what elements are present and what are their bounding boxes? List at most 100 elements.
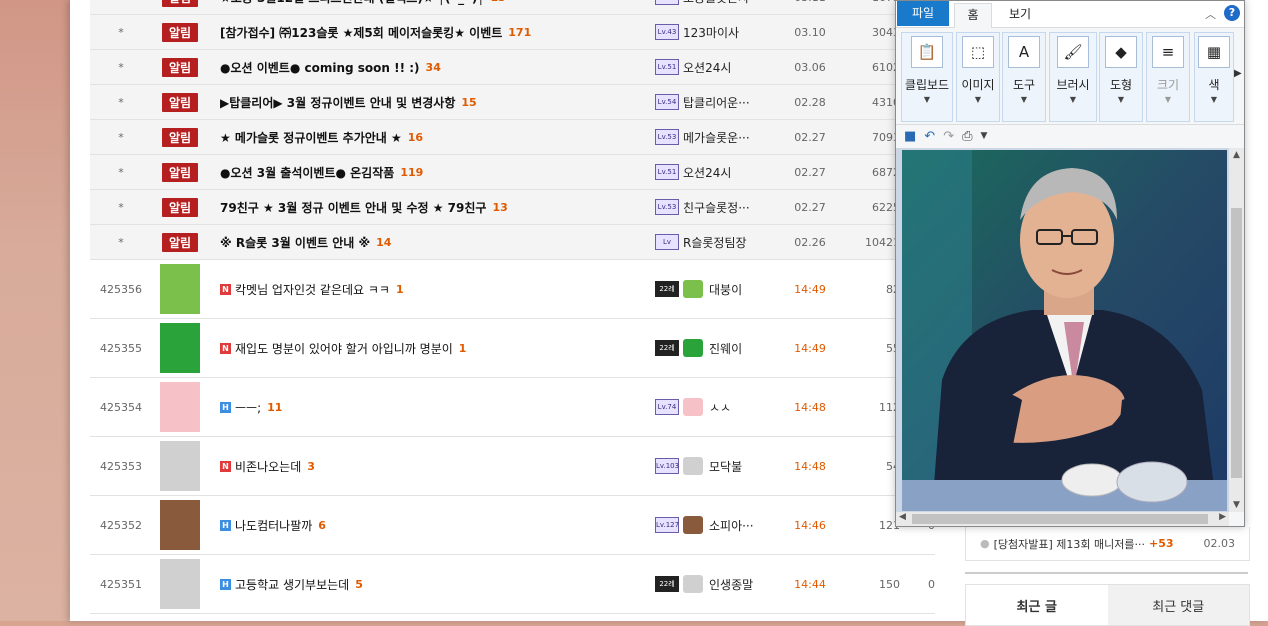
customize-qat-icon[interactable]: ▼ xyxy=(981,131,988,141)
chevron-down-icon[interactable]: ▼ xyxy=(1021,95,1027,104)
comment-count[interactable]: 13 xyxy=(491,0,506,4)
author-name[interactable]: 오션24시 xyxy=(683,164,731,181)
post-title-cell[interactable]: ★ 메가슬롯 정규이벤트 추가안내 ★ 16 xyxy=(220,120,640,154)
post-title[interactable]: ▶탑클리어▶ 3월 정규이벤트 안내 및 변경사항 xyxy=(220,94,455,111)
author-cell[interactable]: Lv.53 친구슬롯정··· xyxy=(655,190,785,224)
post-title-cell[interactable]: N 비존나오는데 3 xyxy=(220,437,640,495)
comment-count[interactable]: 1 xyxy=(459,342,467,355)
post-title[interactable]: 재입도 명분이 있어야 할거 아입니까 명분이 xyxy=(235,340,453,357)
post-title-cell[interactable]: H ㅡㅡ; 11 xyxy=(220,378,640,436)
chevron-down-icon[interactable]: ▼ xyxy=(975,95,981,104)
author-name[interactable]: 인생종말 xyxy=(709,576,753,593)
author-name[interactable]: 메가슬롯운··· xyxy=(683,129,750,146)
ribbon-group-2[interactable]: ⬚ 이미지 ▼ xyxy=(956,32,1000,122)
post-row[interactable]: 425351 H 고등학교 생기부보는데 5 22레 인생종말 14:44 150 0 xyxy=(90,555,935,614)
scroll-up-icon[interactable]: ▲ xyxy=(1229,150,1244,160)
scroll-down-icon[interactable]: ▼ xyxy=(1229,500,1244,510)
comment-count[interactable]: 13 xyxy=(492,201,507,214)
author-cell[interactable]: Lv R슬롯정팀장 xyxy=(655,225,785,259)
post-title[interactable]: ★오공 3월12일 프리스핀안내 (릴렉스)★ ╭(•_•)╮ xyxy=(220,0,485,6)
author-cell[interactable]: Lv.53 메가슬롯운··· xyxy=(655,120,785,154)
author-name[interactable]: 진웨이 xyxy=(709,340,742,357)
shapes-icon[interactable]: ◆ xyxy=(1105,36,1137,68)
author-name[interactable]: 오공슬롯본사 xyxy=(683,0,749,6)
avatar[interactable] xyxy=(160,500,200,550)
post-row[interactable]: 425355 N 재입도 명분이 있어야 할거 아입니까 명분이 1 22레 진웨이 14:… xyxy=(90,319,935,378)
size-icon[interactable]: ≡ xyxy=(1152,36,1184,68)
tab-file[interactable]: 파일 xyxy=(897,1,949,26)
author-name[interactable]: 소피아··· xyxy=(709,517,754,534)
comment-count[interactable]: 16 xyxy=(408,131,423,144)
notice-row[interactable]: * 알림 [참가접수] ㈜123슬롯 ★제5회 메이저슬롯킹★ 이벤트 171 Lv.4… xyxy=(90,15,935,50)
author-cell[interactable]: Lv.103 모닥불 xyxy=(655,437,785,495)
avatar[interactable] xyxy=(160,382,200,432)
chevron-down-icon[interactable]: ▼ xyxy=(1070,95,1076,104)
scroll-right-icon[interactable]: ▶ xyxy=(1219,512,1226,522)
author-name[interactable]: 대붕이 xyxy=(709,281,742,298)
vertical-scrollbar[interactable]: ▲ ▼ xyxy=(1229,148,1244,512)
tab-home[interactable]: 홈 xyxy=(954,3,992,28)
author-cell[interactable]: Lv.51 오션24시 xyxy=(655,155,785,189)
comment-count[interactable]: 14 xyxy=(376,236,391,249)
post-title-cell[interactable]: 79친구 ★ 3월 정규 이벤트 안내 및 수정 ★ 79친구 13 xyxy=(220,190,640,224)
select-icon[interactable]: ⬚ xyxy=(962,36,994,68)
notice-row[interactable]: * 알림 ※ R슬롯 3월 이벤트 안내 ※ 14 Lv R슬롯정팀장 02.26 10421 xyxy=(90,225,935,260)
tab-recent-comments[interactable]: 최근 댓글 xyxy=(1107,585,1249,625)
author-name[interactable]: R슬롯정팀장 xyxy=(683,234,747,251)
ribbon-more-icon[interactable]: ▶ xyxy=(1234,68,1242,79)
post-title-cell[interactable]: H 나도컴터나팔까 6 xyxy=(220,496,640,554)
post-row[interactable]: 425356N칵멧님 업자인것 같은데요 ㅋㅋ122레대붕이14:49820 xyxy=(90,260,935,319)
post-title[interactable]: ●오션 3월 출석이벤트● 온김작품 xyxy=(220,164,394,181)
author-cell[interactable]: 22레 인생종말 xyxy=(655,555,785,613)
scroll-thumb[interactable] xyxy=(1231,208,1242,478)
author-name[interactable]: 123마이사 xyxy=(683,24,739,41)
comment-count[interactable]: 11 xyxy=(267,401,282,414)
ribbon-group-5[interactable]: ◆ 도형 ▼ xyxy=(1099,32,1143,122)
post-title[interactable]: ★ 메가슬롯 정규이벤트 추가안내 ★ xyxy=(220,129,402,146)
author-cell[interactable]: Lv.54 탑클리어운··· xyxy=(655,85,785,119)
author-name[interactable]: 모닥불 xyxy=(709,458,742,475)
notice-row[interactable]: * 알림 ●오션 이벤트● coming soon !! :) 34 Lv.51 오션24… xyxy=(90,50,935,85)
post-title-cell[interactable]: ●오션 3월 출석이벤트● 온김작품 119 xyxy=(220,155,640,189)
avatar[interactable] xyxy=(160,559,200,609)
post-row[interactable]: 425354Hㅡㅡ;11Lv.74ㅅㅅ14:481120 xyxy=(90,378,935,437)
author-cell[interactable]: 22레 진웨이 xyxy=(655,319,785,377)
post-title[interactable]: 나도컴터나팔까 xyxy=(235,517,312,534)
post-title-cell[interactable]: H 고등학교 생기부보는데 5 xyxy=(220,555,640,613)
chevron-down-icon[interactable]: ▼ xyxy=(1211,95,1217,104)
post-title[interactable]: ㅡㅡ; xyxy=(235,399,261,416)
scroll-thumb-horizontal[interactable] xyxy=(912,514,1208,524)
author-cell[interactable]: Lv.127 소피아··· xyxy=(655,496,785,554)
post-row[interactable]: 425353N비존나오는데3Lv.103모닥불14:48540 xyxy=(90,437,935,496)
ribbon-group-6[interactable]: ≡ 크기 ▼ xyxy=(1146,32,1190,122)
avatar[interactable] xyxy=(160,441,200,491)
clipboard-icon[interactable]: 📋 xyxy=(911,36,943,68)
tab-recent-posts[interactable]: 최근 글 xyxy=(966,585,1108,625)
post-title[interactable]: 비존나오는데 xyxy=(235,458,301,475)
print-icon[interactable]: ⎙ xyxy=(962,129,972,144)
color-icon[interactable]: ▦ xyxy=(1198,36,1230,68)
author-cell[interactable]: Lv.74 ㅅㅅ xyxy=(655,378,785,436)
chevron-down-icon[interactable]: ▼ xyxy=(924,95,930,104)
chevron-down-icon[interactable]: ▼ xyxy=(1165,95,1171,104)
post-title[interactable]: ●오션 이벤트● coming soon !! :) xyxy=(220,59,420,76)
author-name[interactable]: 탑클리어운··· xyxy=(683,94,750,111)
author-name[interactable]: ㅅㅅ xyxy=(709,399,731,416)
collapse-ribbon-icon[interactable]: ︿ xyxy=(1205,6,1216,22)
post-title-cell[interactable]: ●오션 이벤트● coming soon !! :) 34 xyxy=(220,50,640,84)
redo-icon[interactable]: ↷ xyxy=(943,129,954,144)
ribbon-group-4[interactable]: 🖌 브러시 ▼ xyxy=(1049,32,1097,122)
chevron-down-icon[interactable]: ▼ xyxy=(1118,95,1124,104)
notice-row[interactable]: * 알림 ★ 메가슬롯 정규이벤트 추가안내 ★ 16 Lv.53 메가슬롯운··· 02.… xyxy=(90,120,935,155)
comment-count[interactable]: 34 xyxy=(426,61,441,74)
notice-row[interactable]: * 알림 ●오션 3월 출석이벤트● 온김작품 119 Lv.51 오션24시 02.27 6… xyxy=(90,155,935,190)
post-title-cell[interactable]: N 칵멧님 업자인것 같은데요 ㅋㅋ 1 xyxy=(220,260,640,318)
scroll-left-icon[interactable]: ◀ xyxy=(899,512,906,522)
post-title[interactable]: ※ R슬롯 3월 이벤트 안내 ※ xyxy=(220,234,370,251)
post-title[interactable]: 칵멧님 업자인것 같은데요 ㅋㅋ xyxy=(235,281,390,298)
author-cell[interactable]: Lv.43 123마이사 xyxy=(655,15,785,49)
comment-count[interactable]: 5 xyxy=(355,578,363,591)
notice-row[interactable]: * 알림 79친구 ★ 3월 정규 이벤트 안내 및 수정 ★ 79친구 13 Lv.5… xyxy=(90,190,935,225)
comment-count[interactable]: 171 xyxy=(508,26,531,39)
ribbon-group-7[interactable]: ▦ 색 ▼ xyxy=(1194,32,1234,122)
